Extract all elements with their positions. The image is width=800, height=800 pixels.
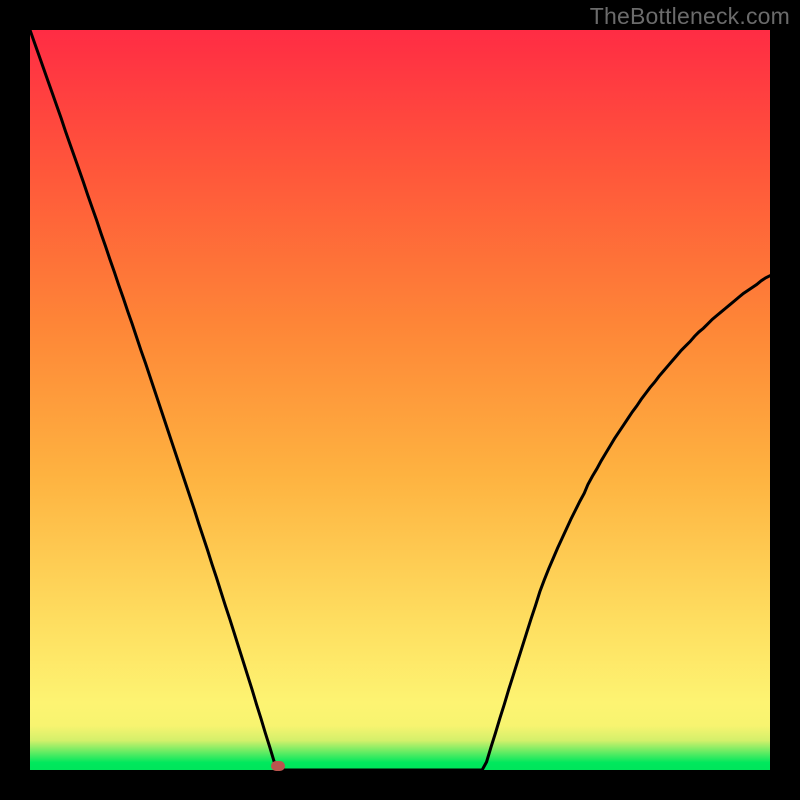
watermark-text: TheBottleneck.com — [590, 3, 790, 30]
plot-area — [30, 30, 770, 770]
gradient-background — [30, 30, 770, 770]
optimal-point-marker — [271, 761, 285, 771]
chart-svg — [30, 30, 770, 770]
chart-frame: TheBottleneck.com — [0, 0, 800, 800]
